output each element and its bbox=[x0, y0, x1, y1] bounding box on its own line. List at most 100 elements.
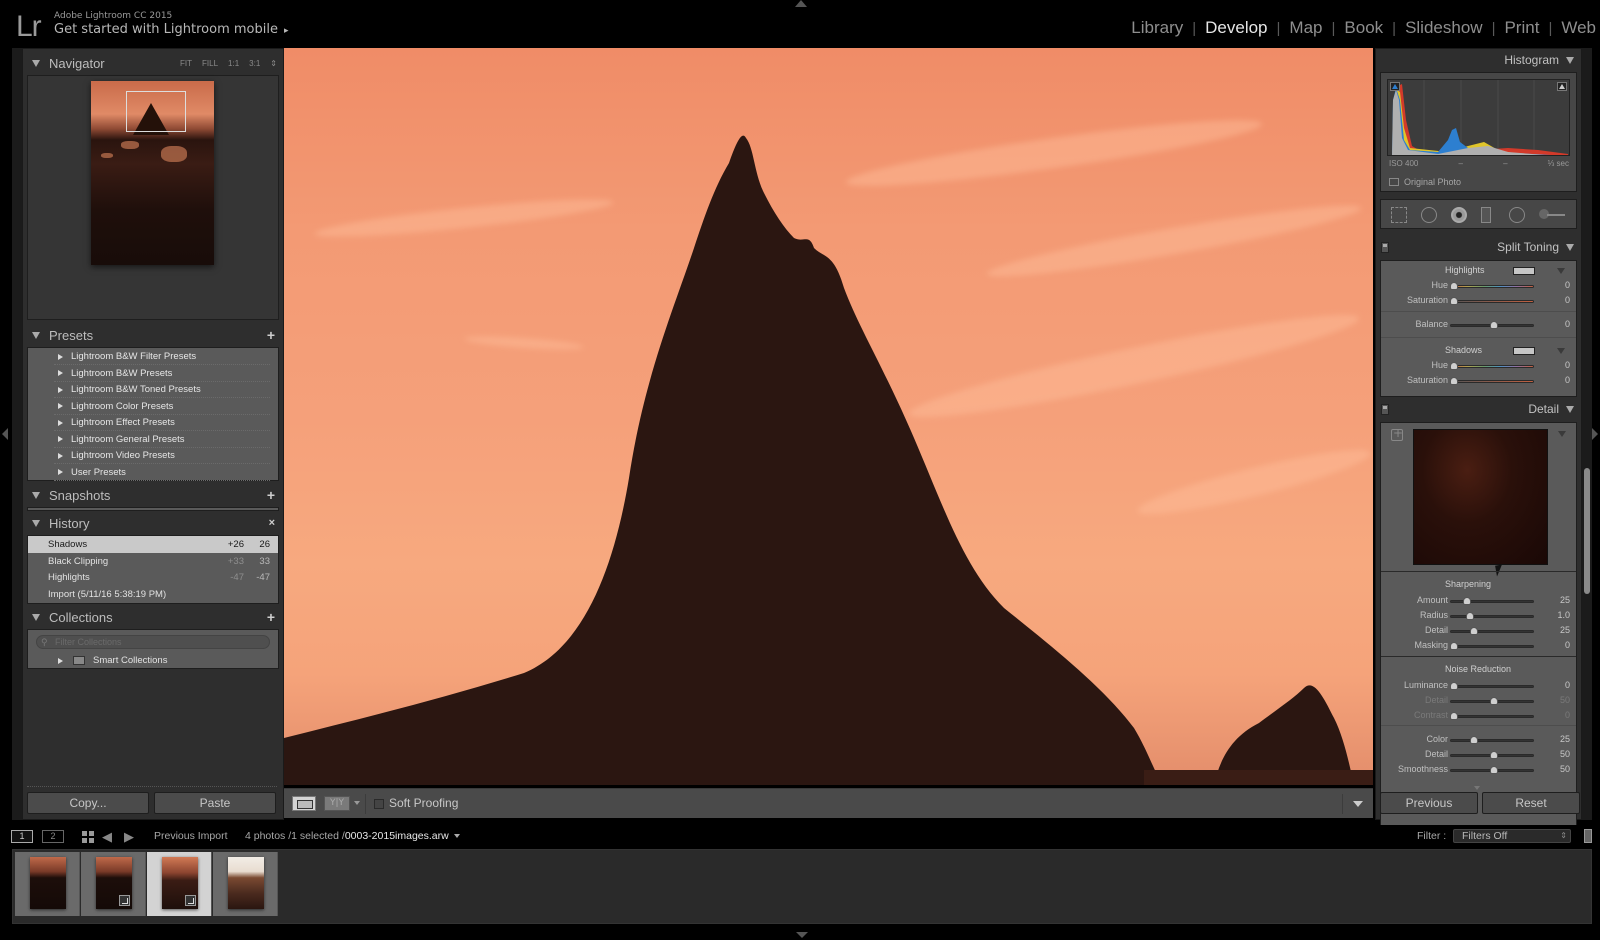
collapse-top-panel-arrow-icon[interactable] bbox=[795, 0, 807, 7]
sharpening-masking-slider[interactable] bbox=[1450, 645, 1534, 648]
sharpening-radius-slider-thumb[interactable] bbox=[1466, 612, 1474, 620]
previous-settings-button[interactable]: Previous bbox=[1380, 792, 1478, 814]
detail-header[interactable]: Detail bbox=[1376, 398, 1581, 420]
histogram-graph[interactable] bbox=[1387, 79, 1570, 156]
snapshots-header[interactable]: Snapshots + bbox=[23, 483, 283, 507]
panel-toggle-switch[interactable] bbox=[1381, 404, 1389, 415]
preset-folder[interactable]: Lightroom Effect Presets bbox=[28, 414, 278, 431]
noise-color-smoothness-slider-thumb[interactable] bbox=[1490, 766, 1498, 774]
back-arrow-icon[interactable]: ◀ bbox=[102, 829, 112, 845]
module-print[interactable]: Print bbox=[1504, 18, 1539, 38]
preset-folder[interactable]: Lightroom B&W Filter Presets bbox=[28, 348, 278, 365]
split-toning-header[interactable]: Split Toning bbox=[1376, 236, 1581, 258]
noise-luminance-luminance-slider-thumb[interactable] bbox=[1450, 682, 1458, 690]
selected-filename[interactable]: 0003-2015images.arw bbox=[345, 830, 449, 842]
detail-zoom-preview[interactable] bbox=[1413, 429, 1548, 565]
filmstrip-thumbnail[interactable] bbox=[81, 852, 146, 916]
lightroom-mobile-link[interactable]: Get started with Lightroom mobile ▸ bbox=[54, 22, 289, 37]
preset-folder[interactable]: Lightroom Color Presets bbox=[28, 398, 278, 415]
history-step[interactable]: Highlights -47 -47 bbox=[28, 569, 278, 586]
navigator-view-rectangle[interactable] bbox=[126, 91, 186, 132]
shadows-saturation-slider[interactable] bbox=[1450, 380, 1534, 383]
spot-removal-icon[interactable] bbox=[1421, 207, 1437, 223]
expand-triangle-icon[interactable] bbox=[58, 452, 63, 459]
highlights-saturation-slider[interactable] bbox=[1450, 300, 1534, 303]
zoom-level-arrows-icon[interactable]: ⇕ bbox=[270, 59, 277, 68]
smart-collections-item[interactable]: Smart Collections bbox=[28, 653, 278, 668]
left-panel-scrollbar[interactable] bbox=[12, 48, 22, 820]
preset-folder[interactable]: User Presets bbox=[28, 464, 278, 481]
expand-triangle-icon[interactable] bbox=[58, 436, 63, 442]
navigator-header[interactable]: Navigator FIT FILL 1:1 3:1 ⇕ bbox=[23, 51, 283, 75]
right-panel-scroll-thumb[interactable] bbox=[1584, 468, 1590, 594]
noise-color-detail-slider-thumb[interactable] bbox=[1490, 751, 1498, 759]
zoom-fill[interactable]: FILL bbox=[202, 59, 218, 68]
highlights-saturation-value[interactable]: 0 bbox=[1565, 295, 1570, 305]
presets-header[interactable]: Presets + bbox=[23, 323, 283, 347]
main-window-button[interactable]: 1 bbox=[11, 830, 33, 843]
sharpening-detail-slider-thumb[interactable] bbox=[1470, 627, 1478, 635]
histogram-header[interactable]: Histogram bbox=[1376, 49, 1581, 71]
photo-canvas[interactable] bbox=[284, 48, 1373, 785]
paste-settings-button[interactable]: Paste bbox=[154, 792, 276, 814]
graduated-filter-icon[interactable] bbox=[1481, 207, 1491, 223]
detail-preview-toggle-icon[interactable] bbox=[1558, 431, 1566, 437]
filmstrip-source[interactable]: Previous Import bbox=[154, 830, 228, 842]
expand-triangle-icon[interactable] bbox=[58, 657, 63, 664]
sharpening-radius-slider[interactable] bbox=[1450, 615, 1534, 618]
collections-header[interactable]: Collections + bbox=[23, 605, 283, 629]
sharpening-amount-slider-thumb[interactable] bbox=[1463, 597, 1472, 605]
sharpening-masking-slider-thumb[interactable] bbox=[1450, 642, 1458, 650]
highlights-saturation-slider-thumb[interactable] bbox=[1450, 297, 1458, 305]
highlights-hue-value[interactable]: 0 bbox=[1565, 280, 1570, 290]
panel-toggle-switch[interactable] bbox=[1381, 242, 1389, 253]
zoom-fit[interactable]: FIT bbox=[180, 59, 192, 68]
expand-triangle-icon[interactable] bbox=[58, 370, 63, 376]
noise-luminance-contrast-value[interactable]: 0 bbox=[1565, 710, 1570, 720]
sharpening-masking-value[interactable]: 0 bbox=[1565, 640, 1570, 650]
sharpening-amount-value[interactable]: 25 bbox=[1560, 595, 1570, 605]
toolbar-content-menu-icon[interactable] bbox=[1353, 801, 1363, 807]
shadows-color-swatch[interactable] bbox=[1513, 347, 1535, 355]
module-map[interactable]: Map bbox=[1289, 18, 1322, 38]
reset-button[interactable]: Reset bbox=[1482, 792, 1580, 814]
expand-triangle-icon[interactable] bbox=[58, 419, 63, 426]
balance-value[interactable]: 0 bbox=[1565, 319, 1570, 329]
add-preset-icon[interactable]: + bbox=[267, 327, 275, 343]
highlight-clipping-toggle[interactable] bbox=[1557, 82, 1567, 91]
before-after-dropdown-icon[interactable] bbox=[354, 801, 360, 805]
preset-folder[interactable]: Lightroom Video Presets bbox=[28, 447, 278, 464]
highlights-hue-slider[interactable] bbox=[1450, 285, 1534, 288]
preset-folder[interactable]: Lightroom B&W Toned Presets bbox=[28, 381, 278, 398]
loupe-view-button[interactable] bbox=[292, 796, 316, 811]
shadows-saturation-slider-thumb[interactable] bbox=[1450, 377, 1458, 385]
filmstrip-thumbnail[interactable] bbox=[147, 852, 212, 916]
collapse-filmstrip-arrow-icon[interactable] bbox=[796, 932, 808, 938]
soft-proofing-checkbox[interactable] bbox=[374, 799, 384, 809]
clear-history-icon[interactable]: × bbox=[269, 517, 275, 529]
expand-triangle-icon[interactable] bbox=[58, 403, 63, 409]
adjustment-brush-icon[interactable] bbox=[1539, 209, 1565, 220]
history-step[interactable]: Shadows +26 26 bbox=[28, 536, 278, 553]
module-web[interactable]: Web bbox=[1561, 18, 1596, 38]
noise-luminance-contrast-slider-thumb[interactable] bbox=[1450, 712, 1458, 720]
collapse-left-panel-arrow-icon[interactable] bbox=[2, 428, 8, 440]
zoom-1-1[interactable]: 1:1 bbox=[228, 59, 239, 68]
shadows-saturation-value[interactable]: 0 bbox=[1565, 375, 1570, 385]
module-develop[interactable]: Develop bbox=[1205, 18, 1267, 38]
radial-filter-icon[interactable] bbox=[1509, 207, 1525, 223]
noise-color-smoothness-value[interactable]: 50 bbox=[1560, 764, 1570, 774]
history-step[interactable]: Black Clipping +33 33 bbox=[28, 553, 278, 570]
filmstrip-thumbnail[interactable] bbox=[213, 852, 278, 916]
forward-arrow-icon[interactable]: ▶ bbox=[124, 829, 134, 845]
noise-color-color-slider[interactable] bbox=[1450, 739, 1534, 742]
highlights-hue-slider-thumb[interactable] bbox=[1450, 282, 1458, 290]
shadows-hue-value[interactable]: 0 bbox=[1565, 360, 1570, 370]
noise-color-detail-value[interactable]: 50 bbox=[1560, 749, 1570, 759]
right-panel-scrollbar[interactable] bbox=[1582, 48, 1592, 820]
history-header[interactable]: History × bbox=[23, 511, 283, 535]
highlights-picker-icon[interactable] bbox=[1557, 268, 1565, 274]
before-after-button[interactable]: Y|Y bbox=[324, 796, 350, 811]
collapse-right-panel-arrow-icon[interactable] bbox=[1592, 428, 1598, 440]
copy-settings-button[interactable]: Copy... bbox=[27, 792, 149, 814]
